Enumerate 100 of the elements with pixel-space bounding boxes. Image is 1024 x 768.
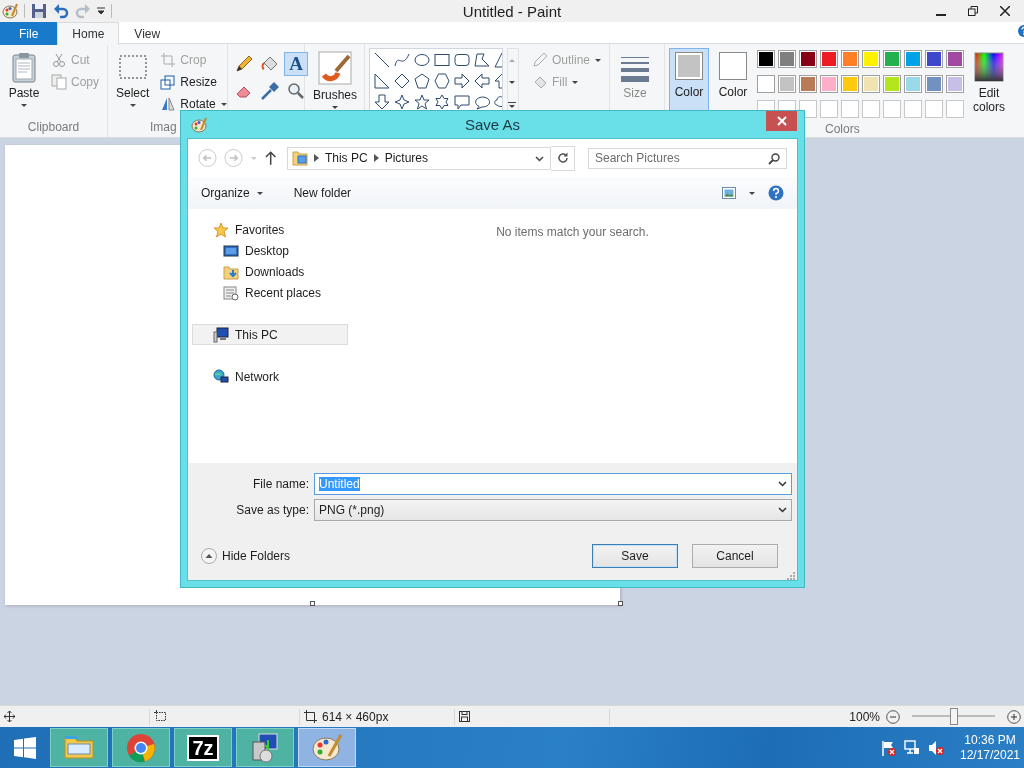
left-arrow-icon[interactable] bbox=[474, 73, 490, 89]
slider-thumb[interactable] bbox=[949, 708, 958, 725]
nav-item[interactable]: Recent places bbox=[192, 282, 348, 303]
oval-icon[interactable] bbox=[414, 52, 430, 68]
resize-button[interactable]: Resize bbox=[157, 72, 231, 92]
palette-swatch[interactable] bbox=[757, 50, 775, 68]
hexagon-icon[interactable] bbox=[434, 73, 450, 89]
file-type-dropdown[interactable]: PNG (*.png) bbox=[314, 499, 792, 521]
rectangular-callout-icon[interactable] bbox=[454, 94, 470, 110]
palette-swatch[interactable] bbox=[799, 75, 817, 93]
curve-icon[interactable] bbox=[394, 52, 410, 68]
empty-swatch[interactable] bbox=[904, 100, 922, 118]
chevron-icon[interactable] bbox=[373, 154, 379, 162]
empty-swatch[interactable] bbox=[820, 100, 838, 118]
oval-callout-icon[interactable] bbox=[474, 94, 490, 110]
taskbar-app[interactable] bbox=[112, 728, 170, 767]
hide-folders-button[interactable]: Hide Folders bbox=[201, 548, 291, 564]
line-icon[interactable] bbox=[374, 52, 390, 68]
tool-button[interactable]: A bbox=[284, 52, 308, 76]
cancel-button[interactable]: Cancel bbox=[692, 544, 778, 568]
empty-swatch[interactable] bbox=[925, 100, 943, 118]
view-icon[interactable] bbox=[722, 187, 736, 199]
color-slot-button[interactable]: Color bbox=[713, 48, 753, 122]
five-point-star-icon[interactable] bbox=[414, 94, 430, 110]
taskbar-app[interactable]: 7z bbox=[174, 728, 232, 767]
palette-swatch[interactable] bbox=[883, 75, 901, 93]
save-icon[interactable] bbox=[31, 3, 47, 19]
resize-handle[interactable] bbox=[310, 601, 315, 606]
undo-icon[interactable] bbox=[53, 3, 69, 19]
palette-icon[interactable] bbox=[2, 3, 18, 19]
empty-swatch[interactable] bbox=[883, 100, 901, 118]
chevron-icon[interactable] bbox=[313, 154, 319, 162]
breadcrumb-item[interactable]: Pictures bbox=[384, 151, 428, 165]
six-point-star-icon[interactable] bbox=[434, 94, 450, 110]
palette-swatch[interactable] bbox=[757, 75, 775, 93]
refresh-button[interactable] bbox=[551, 145, 575, 171]
zoom-in-icon[interactable] bbox=[1007, 709, 1021, 724]
rectangle-icon[interactable] bbox=[434, 52, 450, 68]
new-folder-button[interactable]: New folder bbox=[293, 186, 352, 200]
breadcrumb-item[interactable]: This PC bbox=[324, 151, 368, 165]
caret-icon[interactable] bbox=[128, 103, 137, 108]
diamond-icon[interactable] bbox=[394, 73, 410, 89]
file-tab[interactable]: File bbox=[0, 22, 58, 45]
four-point-star-icon[interactable] bbox=[394, 94, 410, 110]
paste-button[interactable]: Paste bbox=[4, 48, 44, 120]
rounded-rectangle-icon[interactable] bbox=[454, 52, 470, 68]
nav-item[interactable]: Desktop bbox=[192, 240, 348, 261]
nav-item[interactable]: This PC bbox=[192, 324, 348, 345]
network-icon[interactable] bbox=[904, 739, 920, 756]
caret-icon[interactable] bbox=[20, 103, 28, 108]
down-arrow-icon[interactable] bbox=[374, 94, 390, 110]
palette-swatch[interactable] bbox=[862, 75, 880, 93]
resize-handle[interactable] bbox=[618, 601, 623, 606]
chevron-down-icon[interactable] bbox=[535, 156, 545, 162]
expand-icon[interactable] bbox=[508, 101, 517, 109]
scroll-down-icon[interactable] bbox=[508, 79, 517, 85]
close-icon[interactable] bbox=[1000, 6, 1010, 16]
empty-swatch[interactable] bbox=[946, 100, 964, 118]
pentagon-icon[interactable] bbox=[414, 73, 430, 89]
zoom-out-icon[interactable] bbox=[886, 709, 900, 724]
up-arrow-icon[interactable] bbox=[264, 151, 276, 165]
save-button[interactable]: Save bbox=[592, 544, 678, 568]
palette-swatch[interactable] bbox=[799, 50, 817, 68]
palette-swatch[interactable] bbox=[925, 75, 943, 93]
resize-grip-icon[interactable] bbox=[787, 572, 795, 580]
ribbon-tab[interactable]: View bbox=[119, 22, 176, 45]
ribbon-tab[interactable]: Home bbox=[57, 22, 120, 45]
empty-swatch[interactable] bbox=[862, 100, 880, 118]
palette-icon[interactable] bbox=[191, 117, 207, 133]
nav-item[interactable]: Downloads bbox=[192, 261, 348, 282]
address-bar[interactable]: This PC Pictures bbox=[286, 146, 552, 170]
palette-swatch[interactable] bbox=[820, 50, 838, 68]
brushes-button[interactable]: Brushes bbox=[309, 48, 362, 120]
caret-icon[interactable] bbox=[748, 190, 756, 196]
palette-swatch[interactable] bbox=[904, 75, 922, 93]
nav-item[interactable]: Favorites bbox=[192, 219, 348, 240]
taskbar-app[interactable] bbox=[236, 728, 294, 767]
palette-swatch[interactable] bbox=[841, 75, 859, 93]
edit-colors-button[interactable]: Edit colors bbox=[968, 48, 1010, 120]
flag-icon[interactable] bbox=[880, 739, 896, 756]
rotate-button[interactable]: Rotate bbox=[157, 94, 231, 114]
palette-swatch[interactable] bbox=[778, 75, 796, 93]
clock[interactable]: 10:36 PM 12/17/2021 bbox=[952, 732, 1020, 763]
close-button[interactable] bbox=[766, 111, 797, 131]
palette-swatch[interactable] bbox=[946, 75, 964, 93]
speaker-muted-icon[interactable] bbox=[928, 739, 944, 756]
palette-swatch[interactable] bbox=[841, 50, 859, 68]
organize-button[interactable]: Organize bbox=[201, 186, 264, 200]
right-triangle-icon[interactable] bbox=[374, 73, 390, 89]
caret-icon[interactable] bbox=[219, 101, 228, 107]
nav-item[interactable]: Network bbox=[192, 366, 348, 387]
caret-icon[interactable] bbox=[97, 7, 105, 15]
palette-swatch[interactable] bbox=[820, 75, 838, 93]
polygon-icon[interactable] bbox=[474, 52, 490, 68]
search-field[interactable]: Search Pictures bbox=[588, 147, 787, 169]
palette-swatch[interactable] bbox=[904, 50, 922, 68]
restore-icon[interactable] bbox=[968, 6, 978, 16]
palette-swatch[interactable] bbox=[778, 50, 796, 68]
palette-swatch[interactable] bbox=[862, 50, 880, 68]
palette-swatch[interactable] bbox=[883, 50, 901, 68]
